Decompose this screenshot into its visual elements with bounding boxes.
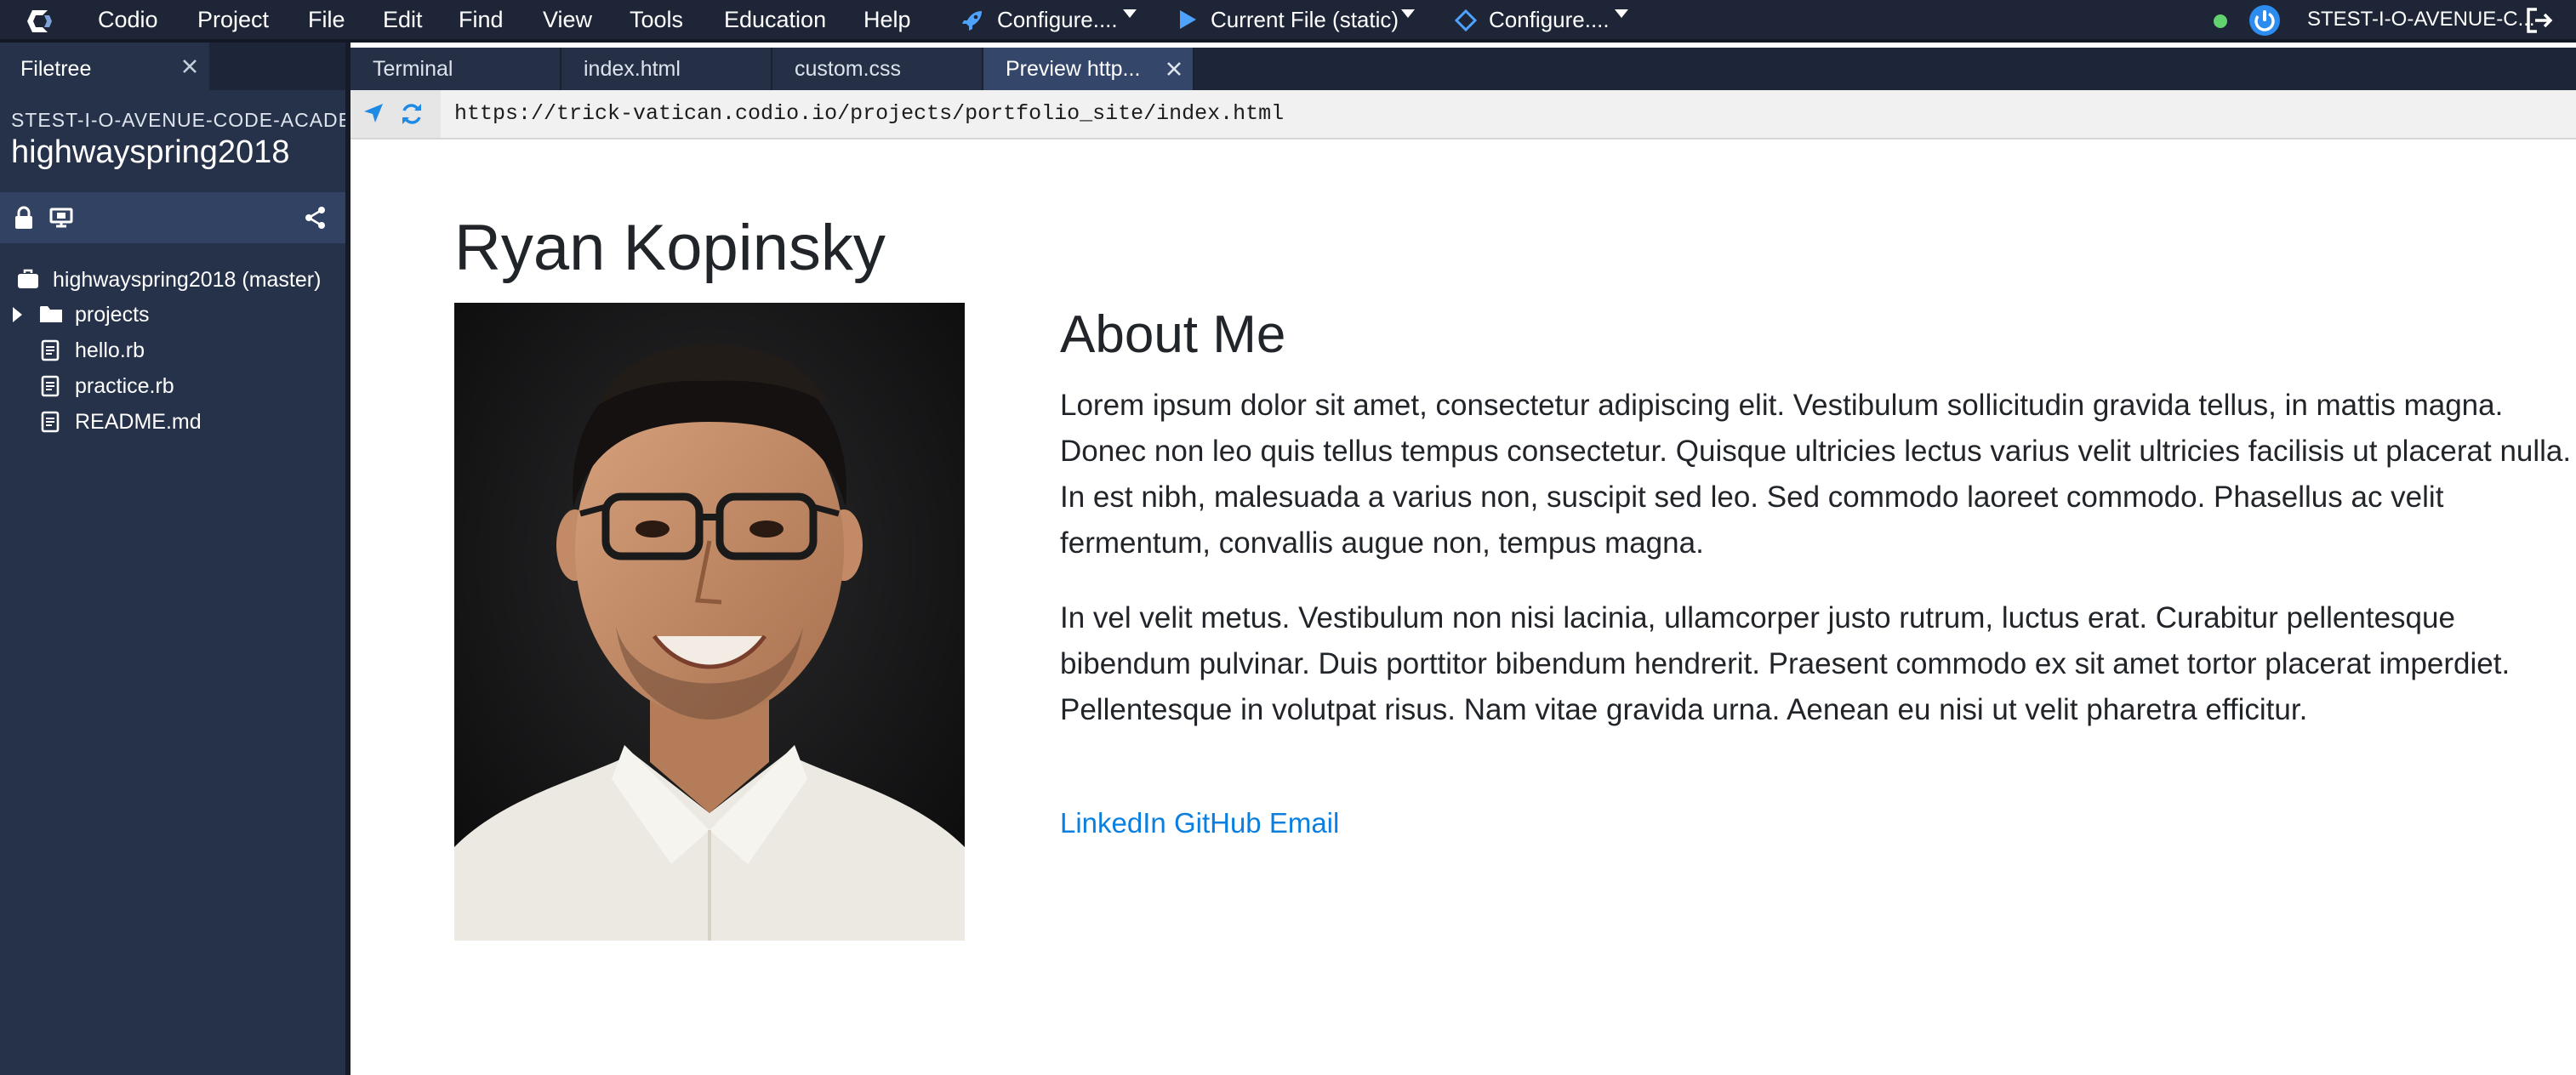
codio-logo-icon[interactable] bbox=[24, 5, 56, 37]
tree-file-hello[interactable]: hello.rb bbox=[0, 333, 340, 368]
filetree-tab-bar: Filetree bbox=[0, 43, 347, 90]
run-current-file-label: Current File (static) bbox=[1211, 7, 1399, 32]
tree-file-label: practice.rb bbox=[75, 374, 174, 398]
linkedin-link[interactable]: LinkedIn bbox=[1060, 807, 1166, 839]
close-icon[interactable] bbox=[180, 57, 199, 76]
chevron-right-icon[interactable] bbox=[12, 307, 22, 322]
menu-codio[interactable]: Codio bbox=[98, 0, 158, 39]
tree-root[interactable]: highwayspring2018 (master) bbox=[0, 262, 340, 298]
email-link[interactable]: Email bbox=[1269, 807, 1340, 839]
briefcase-icon bbox=[18, 269, 38, 288]
lock-icon[interactable] bbox=[14, 206, 34, 230]
preview-nav-buttons bbox=[350, 90, 441, 138]
refresh-icon[interactable] bbox=[400, 102, 424, 126]
connection-status-icon bbox=[2214, 14, 2227, 28]
about-paragraph-2: In vel velit metus. Vestibulum non nisi … bbox=[1060, 601, 2510, 726]
organization-name: STEST-I-O-AVENUE-CODE-ACADEMY bbox=[11, 109, 347, 131]
social-links: LinkedIn GitHub Email bbox=[1060, 803, 1339, 844]
profile-photo bbox=[454, 303, 965, 941]
tab-label: index.html bbox=[584, 57, 681, 81]
menu-project[interactable]: Project bbox=[197, 0, 269, 39]
tab-label: Preview http... bbox=[1006, 57, 1141, 81]
share-icon[interactable] bbox=[305, 206, 327, 230]
menu-view[interactable]: View bbox=[543, 0, 592, 39]
file-icon bbox=[41, 411, 60, 433]
box-name[interactable]: STEST-I-O-AVENUE-C... bbox=[2307, 0, 2535, 39]
tab-index-html[interactable]: index.html bbox=[561, 48, 772, 90]
tree-file-label: hello.rb bbox=[75, 338, 145, 362]
chevron-down-icon bbox=[1615, 9, 1628, 18]
preview-url-input[interactable]: https://trick-vatican.codio.io/projects/… bbox=[454, 90, 1284, 138]
filetree-tab-label: Filetree bbox=[20, 57, 92, 81]
tab-preview[interactable]: Preview http... bbox=[983, 48, 1194, 90]
menu-help[interactable]: Help bbox=[863, 0, 911, 39]
configure-debug-label: Configure.... bbox=[1489, 7, 1610, 32]
menu-bar: Codio Project File Edit Find View Tools … bbox=[0, 0, 2576, 43]
tree-root-label: highwayspring2018 (master) bbox=[53, 268, 322, 292]
tree-folder-projects[interactable]: projects bbox=[0, 297, 340, 333]
menu-education[interactable]: Education bbox=[724, 0, 826, 39]
debug-diamond-icon bbox=[1455, 9, 1477, 31]
portfolio-name-heading: Ryan Kopinsky bbox=[454, 212, 886, 284]
tab-label: custom.css bbox=[795, 57, 902, 81]
chevron-down-icon bbox=[1401, 9, 1415, 18]
filetree-tab[interactable]: Filetree bbox=[0, 43, 209, 90]
tree-file-label: README.md bbox=[75, 410, 202, 434]
tab-label: Terminal bbox=[373, 57, 453, 81]
folder-icon bbox=[40, 306, 62, 322]
tree-folder-label: projects bbox=[75, 303, 150, 327]
configure-deploy-button[interactable]: Configure.... bbox=[961, 0, 1142, 39]
power-icon[interactable] bbox=[2248, 4, 2281, 37]
chevron-down-icon bbox=[1123, 9, 1137, 18]
menu-find[interactable]: Find bbox=[459, 0, 504, 39]
configure-deploy-label: Configure.... bbox=[997, 7, 1118, 32]
close-icon[interactable] bbox=[1165, 60, 1183, 77]
menu-edit[interactable]: Edit bbox=[383, 0, 423, 39]
rocket-icon bbox=[962, 11, 982, 31]
file-icon bbox=[41, 375, 60, 397]
project-title: highwayspring2018 bbox=[11, 134, 290, 170]
tab-terminal[interactable]: Terminal bbox=[350, 48, 561, 90]
tree-file-readme[interactable]: README.md bbox=[0, 404, 340, 440]
tree-file-practice[interactable]: practice.rb bbox=[0, 368, 340, 404]
tab-custom-css[interactable]: custom.css bbox=[772, 48, 983, 90]
preview-url-bar: https://trick-vatican.codio.io/projects/… bbox=[350, 90, 2576, 139]
menu-file[interactable]: File bbox=[308, 0, 345, 39]
navigate-arrow-icon[interactable] bbox=[362, 102, 385, 124]
run-current-file-button[interactable]: Current File (static) bbox=[1178, 0, 1418, 39]
configure-debug-button[interactable]: Configure.... bbox=[1455, 0, 1630, 39]
about-paragraph-1: Lorem ipsum dolor sit amet, consectetur … bbox=[1060, 389, 2572, 560]
about-heading: About Me bbox=[1060, 305, 1286, 364]
github-link[interactable]: GitHub bbox=[1174, 807, 1262, 839]
file-icon bbox=[41, 339, 60, 361]
filetree-panel: Filetree STEST-I-O-AVENUE-CODE-ACADEMY h… bbox=[0, 43, 347, 1075]
editor-tab-bar: Terminal index.html custom.css Preview h… bbox=[350, 48, 2576, 90]
preview-page: Ryan Kopinsky About Me Lorem ipsum dolor… bbox=[350, 139, 2576, 1075]
filetree-toolbar bbox=[0, 192, 347, 243]
monitor-icon[interactable] bbox=[49, 208, 73, 228]
play-icon bbox=[1180, 10, 1196, 29]
menu-tools[interactable]: Tools bbox=[630, 0, 683, 39]
logout-icon[interactable] bbox=[2525, 7, 2554, 34]
